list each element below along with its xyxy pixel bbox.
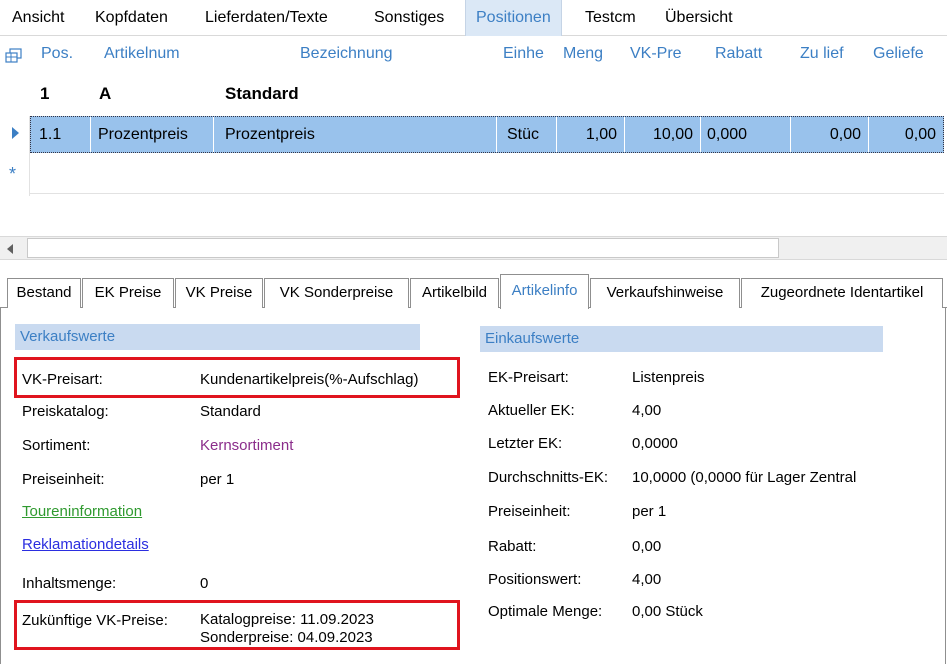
tab-verkaufshinweise[interactable]: Verkaufshinweise xyxy=(590,278,740,308)
tab-ek-preise[interactable]: EK Preise xyxy=(82,278,174,308)
group-row[interactable]: 1 A Standard xyxy=(0,78,947,112)
preiseinheit-value: per 1 xyxy=(200,471,235,488)
ek-preisart-value: Listenpreis xyxy=(632,369,705,386)
vk-preisart-value: Kundenartikelpreis(%-Aufschlag) xyxy=(200,371,419,388)
tab-uebersicht[interactable]: Übersicht xyxy=(655,0,743,36)
toureninformation-link[interactable]: Toureninformation xyxy=(22,503,142,520)
rabatt-label: Rabatt: xyxy=(488,538,537,555)
einkaufswerte-header: Einkaufswerte xyxy=(480,326,883,352)
cell-pos[interactable]: 1.1 xyxy=(31,117,91,152)
ek-preisart-label: EK-Preisart: xyxy=(488,369,569,386)
letzter-ek-label: Letzter EK: xyxy=(488,435,563,452)
katalogpreise-value: Katalogpreise: 11.09.2023 xyxy=(200,611,375,628)
sortiment-value: Kernsortiment xyxy=(200,437,294,454)
ek-preiseinheit-value: per 1 xyxy=(632,503,667,520)
cell-vk-preis[interactable]: 10,00 xyxy=(625,117,701,152)
sortiment-label: Sortiment: xyxy=(22,437,91,454)
scroll-left-arrow-icon[interactable] xyxy=(7,244,13,254)
group-bezeichnung: Standard xyxy=(225,84,299,103)
column-chooser-icon[interactable] xyxy=(5,48,23,64)
tab-sonstiges[interactable]: Sonstiges xyxy=(364,0,454,36)
preiseinheit-label: Preiseinheit: xyxy=(22,471,105,488)
col-menge[interactable]: Meng xyxy=(563,45,603,63)
scrollbar-thumb[interactable] xyxy=(27,238,779,258)
durchschnitts-ek-label: Durchschnitts-EK: xyxy=(488,469,609,486)
col-zu-liefern[interactable]: Zu lief xyxy=(800,45,844,63)
inhaltsmenge-value: 0 xyxy=(200,575,209,592)
cell-rabatt[interactable]: 0,000 xyxy=(701,117,791,152)
positionswert-label: Positionswert: xyxy=(488,571,582,588)
horizontal-scrollbar[interactable] xyxy=(0,236,947,260)
tab-testcm[interactable]: Testcm xyxy=(575,0,646,36)
ek-preiseinheit-label: Preiseinheit: xyxy=(488,503,571,520)
cell-einheit[interactable]: Stüc xyxy=(497,117,557,152)
group-artikel: A xyxy=(99,84,112,103)
col-rabatt[interactable]: Rabatt xyxy=(715,45,762,63)
durchschnitts-ek-value: 10,0000 (0,0000 für Lager Zentral xyxy=(632,469,857,486)
new-row-asterisk-icon[interactable]: * xyxy=(9,164,16,185)
tab-lieferdaten-texte[interactable]: Lieferdaten/Texte xyxy=(195,0,338,36)
positions-grid: Pos. Artikelnum Bezeichnung Einhe Meng V… xyxy=(0,36,947,236)
top-tab-bar: Ansicht Kopfdaten Lieferdaten/Texte Sons… xyxy=(0,0,947,36)
tab-artikelinfo[interactable]: Artikelinfo xyxy=(500,274,589,309)
table-row-selected[interactable]: 1.1 Prozentpreis Prozentpreis Stüc 1,00 … xyxy=(30,116,944,153)
cell-menge[interactable]: 1,00 xyxy=(557,117,625,152)
tab-ansicht[interactable]: Ansicht xyxy=(2,0,74,36)
reklamationdetails-link[interactable]: Reklamationdetails xyxy=(22,536,149,553)
vk-preisart-label: VK-Preisart: xyxy=(22,371,103,388)
current-row-indicator-icon xyxy=(12,127,19,139)
preiskatalog-label: Preiskatalog: xyxy=(22,403,109,420)
group-pos: 1 xyxy=(40,84,50,103)
tab-vk-sonderpreise[interactable]: VK Sonderpreise xyxy=(264,278,409,308)
col-pos[interactable]: Pos. xyxy=(41,45,73,63)
detail-tab-bar: Bestand EK Preise VK Preise VK Sonderpre… xyxy=(0,272,947,309)
optimale-menge-label: Optimale Menge: xyxy=(488,603,603,620)
preiskatalog-value: Standard xyxy=(200,403,261,420)
cell-geliefert[interactable]: 0,00 xyxy=(869,117,943,152)
tab-vk-preise[interactable]: VK Preise xyxy=(175,278,263,308)
grid-header: Pos. Artikelnum Bezeichnung Einhe Meng V… xyxy=(0,36,947,76)
sonderpreise-value: Sonderpreise: 04.09.2023 xyxy=(200,629,373,646)
cell-bezeichnung[interactable]: Prozentpreis xyxy=(214,117,497,152)
col-bezeichnung[interactable]: Bezeichnung xyxy=(300,45,393,63)
tab-kopfdaten[interactable]: Kopfdaten xyxy=(85,0,178,36)
tab-bestand[interactable]: Bestand xyxy=(7,278,81,308)
aktueller-ek-value: 4,00 xyxy=(632,402,662,419)
inhaltsmenge-label: Inhaltsmenge: xyxy=(22,575,117,592)
col-vk-preis[interactable]: VK-Pre xyxy=(630,45,682,63)
tab-artikelbild[interactable]: Artikelbild xyxy=(410,278,499,308)
verkaufswerte-header: Verkaufswerte xyxy=(15,324,420,350)
col-geliefert[interactable]: Geliefe xyxy=(873,45,924,63)
cell-artikelnummer[interactable]: Prozentpreis xyxy=(91,117,214,152)
letzter-ek-value: 0,0000 xyxy=(632,435,678,452)
rabatt-value: 0,00 xyxy=(632,538,662,555)
col-artikelnummer[interactable]: Artikelnum xyxy=(104,45,180,63)
positionswert-value: 4,00 xyxy=(632,571,662,588)
col-einheit[interactable]: Einhe xyxy=(503,45,544,63)
aktueller-ek-label: Aktueller EK: xyxy=(488,402,575,419)
zukuenftige-vk-preise-label: Zukünftige VK-Preise: xyxy=(22,612,168,629)
cell-zu-liefern[interactable]: 0,00 xyxy=(791,117,869,152)
optimale-menge-value: 0,00 Stück xyxy=(632,603,703,620)
tab-zugeordnete-identartikel[interactable]: Zugeordnete Identartikel xyxy=(741,278,943,308)
tab-positionen[interactable]: Positionen xyxy=(465,0,562,36)
